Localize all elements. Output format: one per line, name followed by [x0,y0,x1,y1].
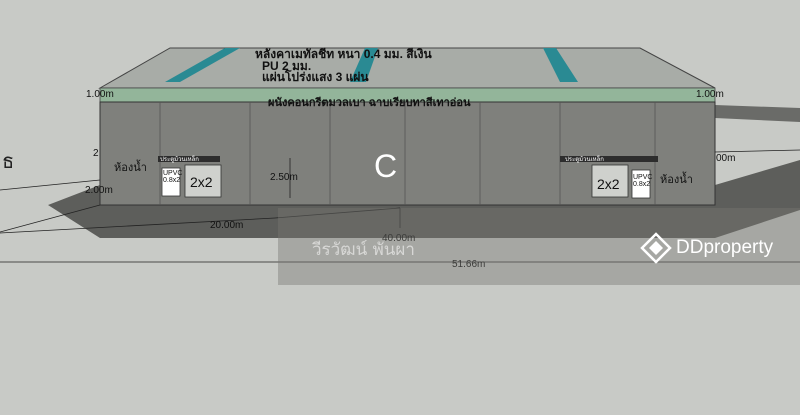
ddproperty-brand-text: DDproperty [676,237,774,258]
roof-line3: แผ่นโปร่งแสง 3 แผ่น [262,70,369,84]
right-door-size: 2x2 [597,176,620,192]
left-door-size: 2x2 [190,174,213,190]
ddproperty-diamond-icon [640,232,672,264]
dim-00m-right: 00m [716,153,736,164]
wall-material-text: ผนังคอนกรีตมวลเบา ฉาบเรียบทาสีเทาอ่อน [268,97,471,109]
dim-1m-right: 1.00m [696,89,724,100]
left-edge-letters: ธ [2,149,14,173]
dim-1m-left: 1.00m [86,89,114,100]
dim-height: 2.50m [270,172,298,183]
right-upvc-label: UPVC 0.8x2 [633,174,653,188]
dim-2-left: 2 [93,148,99,159]
right-door-sign: ประตูม้วนเหล็ก [565,157,604,163]
right-room-label: ห้องน้ำ [660,174,693,186]
watermark-agent-name: วีรวัฒน์ พันผา [312,240,415,260]
dim-20m: 20.00m [210,220,244,231]
model-viewport[interactable]: ธ หลังคาเมทัลชีท หนา 0.4 มม. สีเงิน PU 2… [0,0,800,415]
right-slab [715,105,800,122]
dim-2m-left: 2.00m [85,185,113,196]
left-door-sign: ประตูม้วนเหล็ก [160,157,199,163]
ddproperty-logo: DDproperty [640,232,773,264]
left-room-label: ห้องน้ำ [114,162,147,174]
left-upvc-label: UPVC 0.8x2 [163,170,183,184]
center-letter: C [374,148,398,184]
